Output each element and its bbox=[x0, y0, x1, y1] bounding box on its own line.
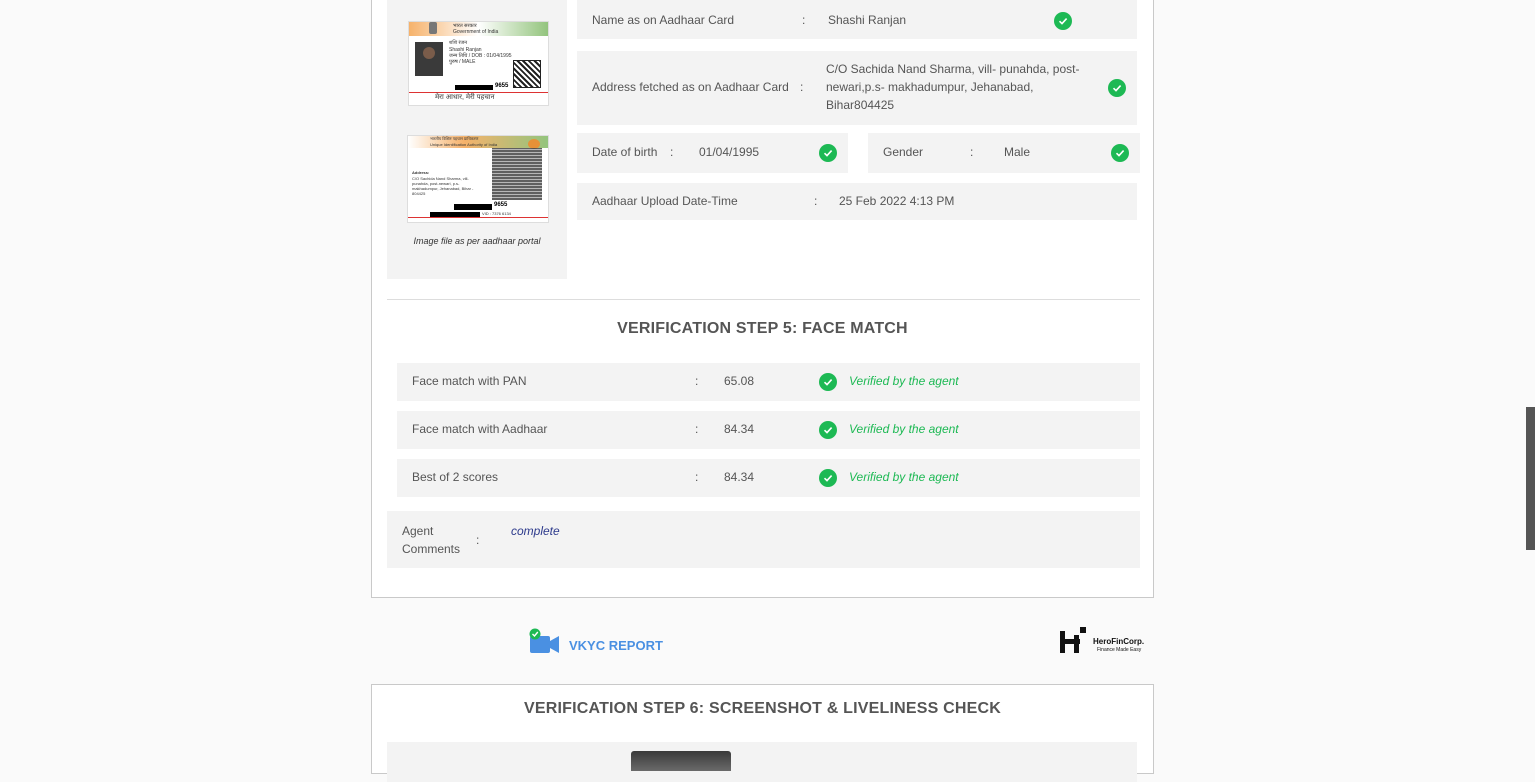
face-match-check-icon bbox=[819, 421, 837, 439]
gender-check-icon bbox=[1111, 144, 1129, 162]
name-check-icon bbox=[1054, 12, 1072, 30]
face-match-label: Best of 2 scores bbox=[412, 470, 499, 484]
dob-colon: : bbox=[670, 145, 674, 159]
address-colon: : bbox=[800, 80, 804, 94]
upload-colon: : bbox=[814, 194, 818, 208]
page-scrollbar[interactable] bbox=[1526, 407, 1535, 550]
address-check-icon bbox=[1108, 79, 1126, 97]
agent-comments-label-1: Agent bbox=[402, 524, 434, 538]
address-label: Address fetched as on Aadhaar Card bbox=[592, 80, 789, 94]
image-caption: Image file as per aadhaar portal bbox=[413, 236, 541, 246]
step6-heading: VERIFICATION STEP 6: SCREENSHOT & LIVELI… bbox=[523, 700, 1002, 717]
face-match-check-icon bbox=[819, 373, 837, 391]
agent-comments-row bbox=[387, 511, 1140, 568]
card-back-header2: Unique Identification Authority of India bbox=[430, 142, 498, 147]
card-back-vid: VID : 7376 6134 bbox=[482, 211, 511, 216]
face-match-colon: : bbox=[695, 470, 699, 484]
gender-label: Gender bbox=[883, 145, 924, 159]
herofincorp-logo: HeroFinCorp. Finance Made Easy bbox=[1059, 626, 1154, 656]
dob-label: Date of birth bbox=[592, 145, 658, 159]
aadhaar-front-image[interactable]: भारत सरकार Government of India शशि रंजन … bbox=[408, 21, 549, 106]
face-match-value: 65.08 bbox=[724, 374, 755, 388]
gender-value: Male bbox=[1004, 145, 1031, 159]
screenshot-thumbnail[interactable] bbox=[631, 751, 731, 771]
vkyc-report-logo: VKYC REPORT bbox=[529, 628, 669, 658]
face-match-colon: : bbox=[695, 422, 699, 436]
face-match-colon: : bbox=[695, 374, 699, 388]
emblem-icon bbox=[429, 22, 437, 34]
brand-name: HeroFinCorp. bbox=[1093, 637, 1145, 646]
redaction-bar bbox=[455, 85, 493, 90]
screenshot-row bbox=[387, 742, 1137, 782]
face-match-check-icon bbox=[819, 469, 837, 487]
face-match-value: 84.34 bbox=[724, 470, 755, 484]
agent-comments-value: complete bbox=[511, 524, 560, 538]
brand-tagline: Finance Made Easy bbox=[1097, 647, 1142, 653]
redaction-bar-2 bbox=[454, 204, 492, 210]
card-front-number: 9655 bbox=[495, 83, 509, 89]
name-value: Shashi Ranjan bbox=[828, 13, 907, 27]
upload-value: 25 Feb 2022 4:13 PM bbox=[839, 194, 955, 208]
card-front-gender: पुरुष / MALE bbox=[449, 59, 476, 65]
card-back-address: C/O Sachida Nand Sharma, vill-punahda, p… bbox=[412, 176, 474, 196]
card-back-address-title: Address: bbox=[412, 170, 430, 175]
name-colon: : bbox=[802, 13, 806, 27]
photo-placeholder bbox=[415, 42, 443, 76]
face-match-row bbox=[397, 459, 1140, 497]
card-back-divider bbox=[408, 217, 548, 218]
card-front-tagline: मेरा आधार, मेरी पहचान bbox=[435, 94, 495, 101]
section-divider bbox=[387, 299, 1140, 300]
face-match-value: 84.34 bbox=[724, 422, 755, 436]
face-match-status: Verified by the agent bbox=[849, 422, 959, 436]
aadhaar-back-image[interactable]: भारतीय विशिष्ट पहचान प्राधिकरण Unique Id… bbox=[407, 135, 549, 223]
agent-comments-colon: : bbox=[476, 533, 480, 547]
qr-code bbox=[513, 60, 541, 88]
video-camera-icon bbox=[529, 628, 559, 653]
agent-comments-label-2: Comments bbox=[402, 542, 461, 556]
step5-heading: VERIFICATION STEP 5: FACE MATCH bbox=[617, 320, 908, 337]
upload-label: Aadhaar Upload Date-Time bbox=[592, 194, 738, 208]
face-match-label: Face match with PAN bbox=[412, 374, 527, 388]
verification-panel: भारत सरकार Government of India शशि रंजन … bbox=[371, 0, 1154, 598]
herofincorp-mark-icon bbox=[1060, 627, 1086, 653]
step6-panel: VERIFICATION STEP 6: SCREENSHOT & LIVELI… bbox=[371, 684, 1154, 782]
qr-code-large bbox=[492, 148, 542, 200]
card-back-number: 9655 bbox=[494, 202, 508, 208]
face-match-label: Face match with Aadhaar bbox=[412, 422, 548, 436]
card-front-name-hi: शशि रंजन bbox=[449, 40, 468, 46]
face-match-status: Verified by the agent bbox=[849, 374, 959, 388]
dob-check-icon bbox=[819, 144, 837, 162]
gender-colon: : bbox=[970, 145, 974, 159]
face-match-status: Verified by the agent bbox=[849, 470, 959, 484]
dob-value: 01/04/1995 bbox=[699, 145, 760, 159]
vkyc-report-label: VKYC REPORT bbox=[569, 638, 663, 653]
address-value: C/O Sachida Nand Sharma, vill- punahda, … bbox=[826, 62, 1080, 112]
card-front-line2: Government of India bbox=[453, 29, 499, 35]
name-label: Name as on Aadhaar Card bbox=[592, 13, 735, 27]
